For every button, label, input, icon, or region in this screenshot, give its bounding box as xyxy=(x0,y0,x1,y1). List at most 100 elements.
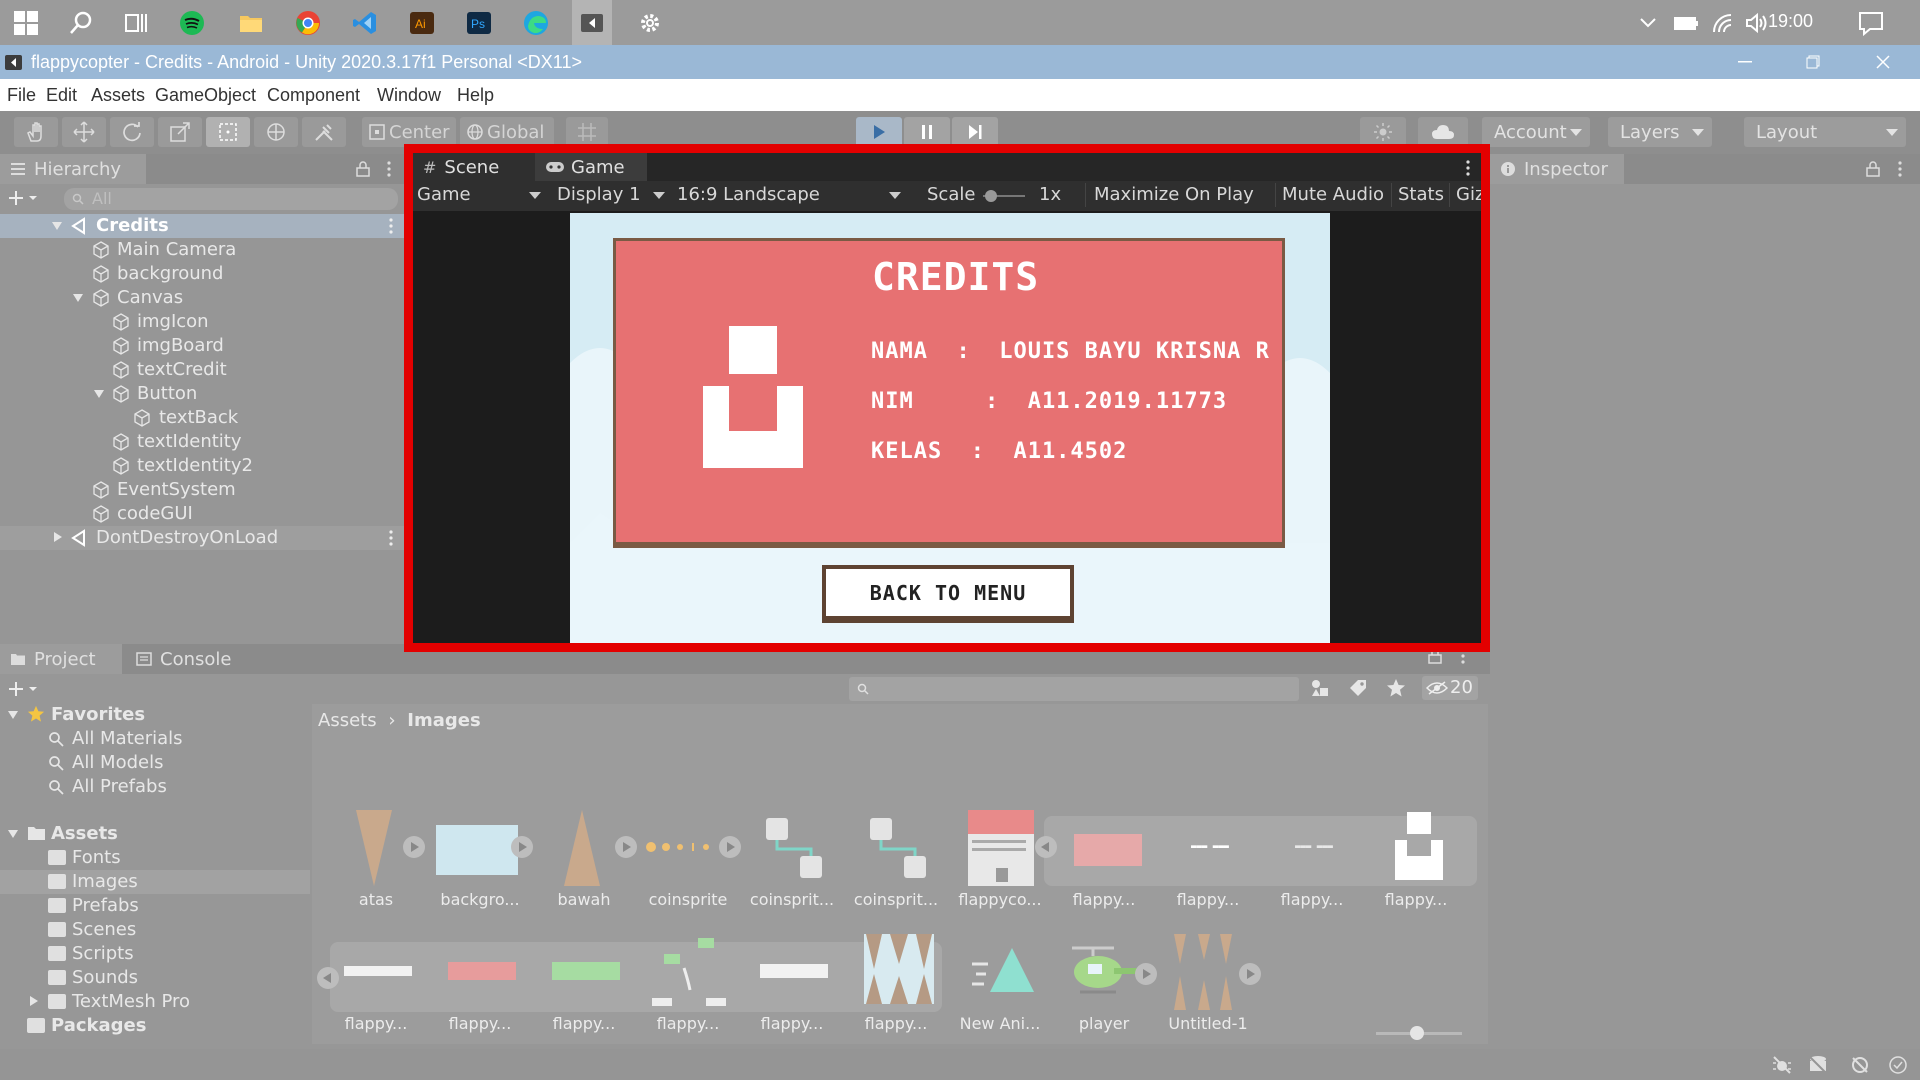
play-circle-icon[interactable] xyxy=(402,835,426,859)
play-circle-icon[interactable] xyxy=(1134,962,1158,986)
aspect-ratio-dropdown[interactable]: 16:9 Landscape xyxy=(677,184,909,205)
gizmos-toggle[interactable]: Giz xyxy=(1449,183,1481,207)
hierarchy-row-imgicon[interactable]: imgIcon xyxy=(0,310,404,334)
grid-snap-icon[interactable] xyxy=(566,117,608,147)
folder-scripts[interactable]: Scripts xyxy=(0,942,310,966)
menu-file[interactable]: File xyxy=(7,85,36,106)
kebab-menu-icon[interactable] xyxy=(386,161,392,177)
play-circle-icon[interactable] xyxy=(718,835,742,859)
window-title-bar[interactable]: flappycopter - Credits - Android - Unity… xyxy=(0,45,1920,79)
asset-bawah[interactable]: bawah xyxy=(534,810,637,920)
back-to-menu-button[interactable]: BACK TO MENU xyxy=(822,565,1074,623)
tab-game[interactable]: Game xyxy=(535,153,647,181)
folder-images[interactable]: Images xyxy=(0,870,310,894)
asset-flappycopter-sheet[interactable]: flappyco... xyxy=(950,810,1057,920)
rect-tool-icon[interactable] xyxy=(206,117,250,147)
expand-arrow-icon[interactable] xyxy=(73,294,83,302)
account-dropdown[interactable]: Account xyxy=(1482,117,1590,147)
folder-textmesh-pro[interactable]: TextMesh Pro xyxy=(0,990,310,1014)
expand-arrow-icon[interactable] xyxy=(94,390,104,398)
play-button[interactable] xyxy=(856,117,902,147)
create-asset-button[interactable] xyxy=(8,680,44,698)
asset-background[interactable]: backgro... xyxy=(430,810,533,920)
layers-dropdown[interactable]: Layers xyxy=(1608,117,1712,147)
tab-inspector[interactable]: Inspector xyxy=(1490,154,1624,184)
hierarchy-row-codegui[interactable]: codeGUI xyxy=(0,502,404,526)
asset-flappy-board[interactable]: flappy... xyxy=(1054,810,1154,920)
folder-prefabs[interactable]: Prefabs xyxy=(0,894,310,918)
illustrator-icon[interactable]: Ai xyxy=(406,7,438,39)
hierarchy-row-canvas[interactable]: Canvas xyxy=(0,286,404,310)
asset-flappy-icon[interactable]: flappy... xyxy=(1366,810,1466,920)
hierarchy-search-input[interactable]: All xyxy=(64,188,398,210)
favorite-all-prefabs[interactable]: All Prefabs xyxy=(0,775,310,799)
kebab-menu-icon[interactable] xyxy=(388,218,394,234)
asset-flappy-spikes[interactable]: flappy... xyxy=(846,934,946,1044)
asset-untitled-1[interactable]: Untitled-1 xyxy=(1158,934,1261,1044)
unity-icon[interactable] xyxy=(572,0,612,45)
photoshop-icon[interactable]: Ps xyxy=(463,7,495,39)
edge-icon[interactable] xyxy=(520,7,552,39)
play-circle-icon[interactable] xyxy=(1238,962,1262,986)
asset-flappy-bar-red[interactable]: flappy... xyxy=(430,934,530,1044)
asset-coinsprite-anim-2[interactable]: coinsprit... xyxy=(846,810,946,920)
asset-flappy-bar-white[interactable]: flappy... xyxy=(326,934,426,1044)
asset-coinsprite-anim-1[interactable]: coinsprit... xyxy=(742,810,842,920)
hierarchy-row-main-camera[interactable]: Main Camera xyxy=(0,238,404,262)
favorite-all-models[interactable]: All Models xyxy=(0,751,310,775)
expand-arrow-icon[interactable] xyxy=(8,830,18,838)
menu-assets[interactable]: Assets xyxy=(91,85,145,106)
packages-root-row[interactable]: Packages xyxy=(0,1014,310,1038)
project-search-input[interactable] xyxy=(849,677,1299,701)
asset-atas[interactable]: atas xyxy=(326,810,426,920)
thumbnail-size-slider-handle[interactable] xyxy=(1410,1026,1424,1040)
kebab-menu-icon[interactable] xyxy=(388,530,394,546)
clock[interactable]: 19:00 xyxy=(1768,11,1813,32)
breadcrumb-assets[interactable]: Assets xyxy=(318,710,377,731)
asset-coinsprite[interactable]: coinsprite xyxy=(638,810,741,920)
chrome-icon[interactable] xyxy=(292,7,324,39)
game-mode-dropdown[interactable]: Game xyxy=(417,184,547,205)
lock-icon[interactable] xyxy=(1866,161,1880,177)
asset-flappy-bar-green[interactable]: flappy... xyxy=(534,934,634,1044)
favorite-all-materials[interactable]: All Materials xyxy=(0,727,310,751)
lock-icon[interactable] xyxy=(356,161,370,177)
asset-player[interactable]: player xyxy=(1054,934,1157,1044)
asset-flappy-title-2[interactable]: ▬▬▬ ▬▬▬ flappy... xyxy=(1262,810,1362,920)
play-circle-icon[interactable] xyxy=(614,835,638,859)
close-button[interactable] xyxy=(1848,45,1918,79)
pivot-mode-button[interactable]: Center xyxy=(362,117,456,147)
wifi-icon[interactable] xyxy=(1707,7,1739,39)
folder-fonts[interactable]: Fonts xyxy=(0,846,310,870)
asset-new-animation[interactable]: New Ani... xyxy=(950,934,1050,1044)
favorite-star-icon[interactable] xyxy=(1386,678,1406,698)
asset-flappy-bar-plain[interactable]: flappy... xyxy=(742,934,842,1044)
settings-icon[interactable] xyxy=(634,7,666,39)
play-circle-icon[interactable] xyxy=(510,835,534,859)
hierarchy-row-background[interactable]: background xyxy=(0,262,404,286)
layout-dropdown[interactable]: Layout xyxy=(1744,117,1906,147)
scale-slider-handle[interactable] xyxy=(985,190,997,202)
menu-edit[interactable]: Edit xyxy=(46,85,77,106)
minimize-button[interactable] xyxy=(1710,45,1780,79)
pause-button[interactable] xyxy=(904,117,950,147)
folder-scenes[interactable]: Scenes xyxy=(0,918,310,942)
windows-icon[interactable] xyxy=(10,7,42,39)
file-explorer-icon[interactable] xyxy=(235,7,267,39)
check-circle-icon[interactable] xyxy=(1888,1055,1908,1075)
tab-project[interactable]: Project xyxy=(0,644,122,674)
menu-window[interactable]: Window xyxy=(377,85,441,106)
hierarchy-row-textcredit[interactable]: textCredit xyxy=(0,358,404,382)
move-tool-icon[interactable] xyxy=(62,117,106,147)
cache-server-icon[interactable] xyxy=(1808,1055,1828,1075)
hierarchy-row-textidentity[interactable]: textIdentity xyxy=(0,430,404,454)
expand-arrow-icon[interactable] xyxy=(8,711,18,719)
step-button[interactable] xyxy=(952,117,998,147)
hand-tool-icon[interactable] xyxy=(14,117,58,147)
cloud-icon[interactable] xyxy=(1418,117,1468,147)
collapsed-arrow-icon[interactable] xyxy=(54,532,62,542)
breadcrumb-images[interactable]: Images xyxy=(407,710,480,731)
chevron-up-icon[interactable] xyxy=(1632,7,1664,39)
add-object-button[interactable] xyxy=(8,189,44,207)
battery-icon[interactable] xyxy=(1670,7,1702,39)
